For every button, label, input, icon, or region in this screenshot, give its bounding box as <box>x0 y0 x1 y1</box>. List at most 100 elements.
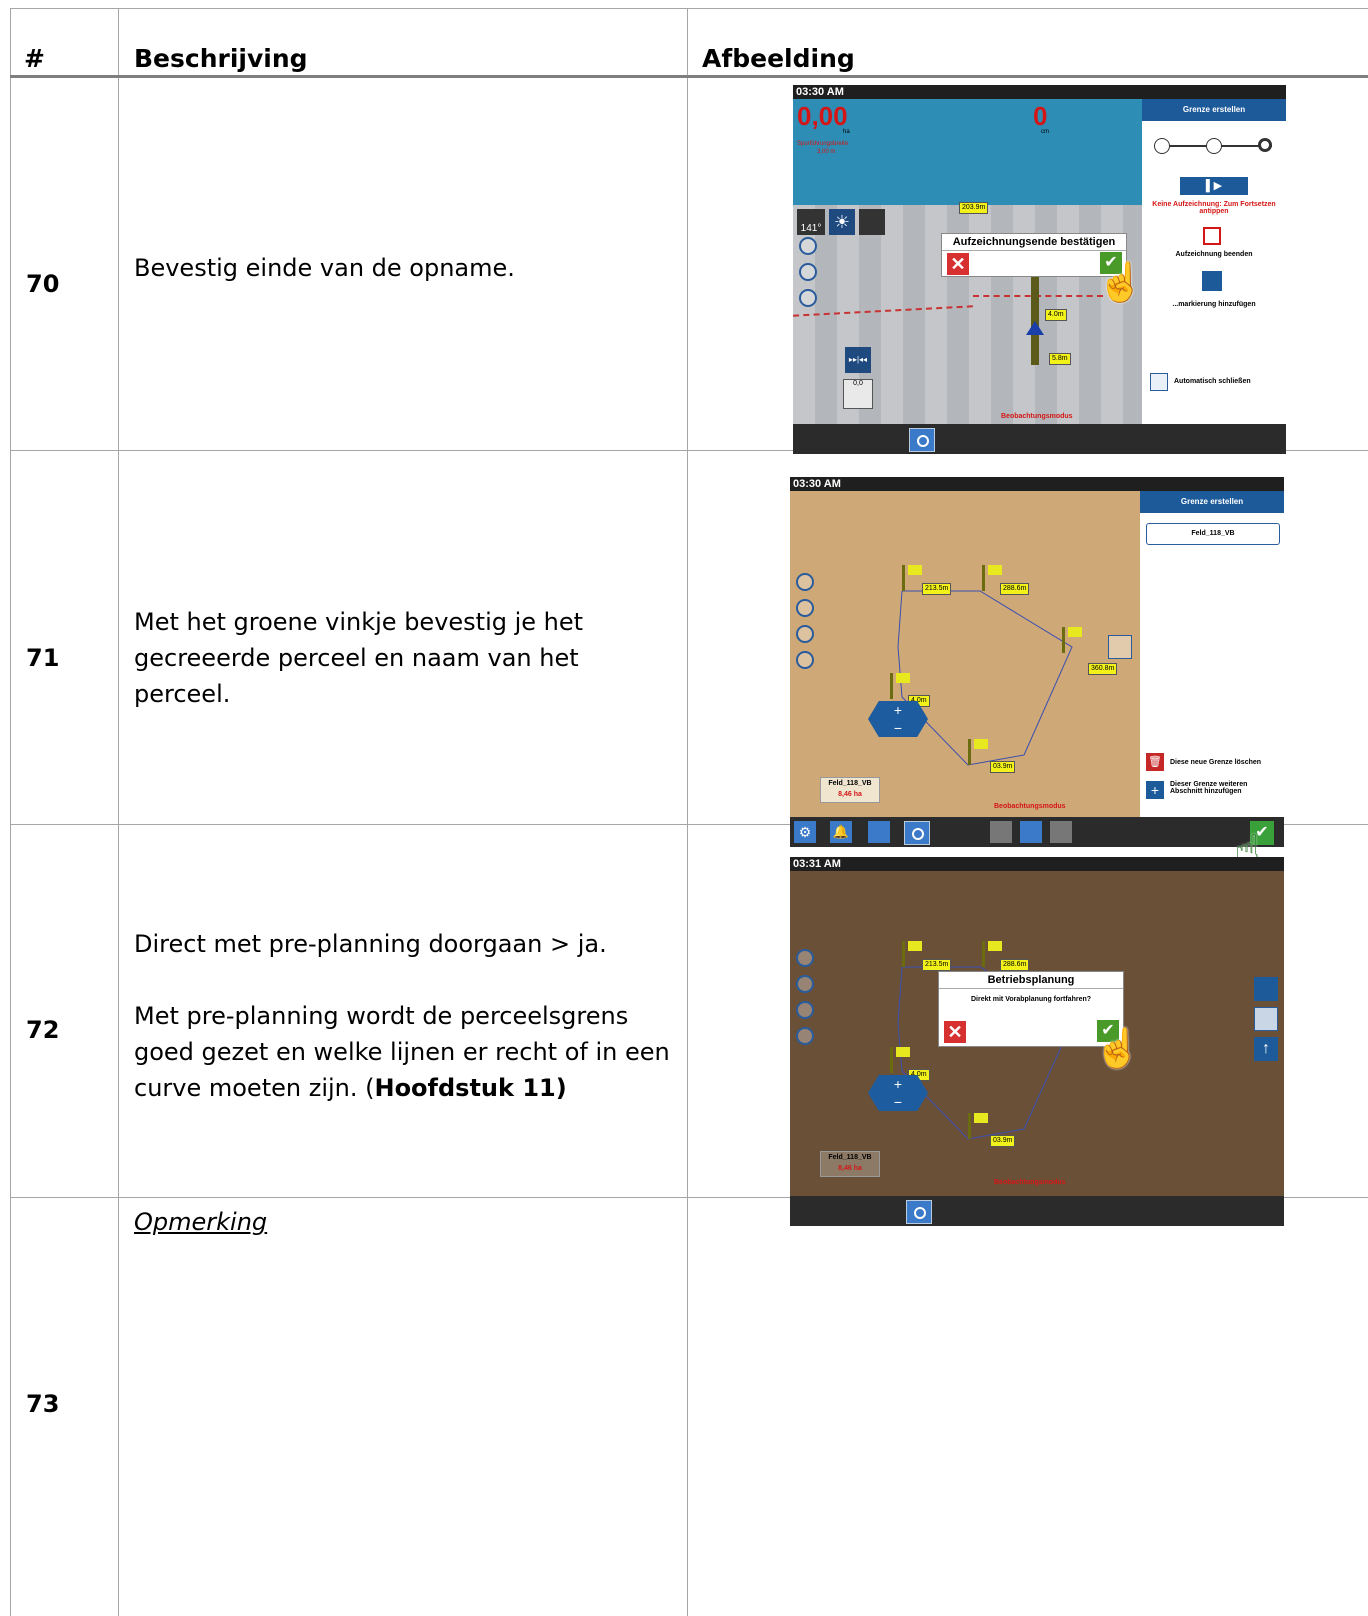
width-label: Spurführungsbreite <box>797 141 849 147</box>
screenshot-71: 03:30 AM 213.5m 288.6m 360.8m 4.0m 03.9m… <box>790 477 1284 847</box>
note-heading: Opmerking <box>134 1208 268 1236</box>
row-description-line: Met pre-planning wordt de perceelsgrens … <box>134 998 682 1106</box>
flag-icon <box>1062 627 1085 653</box>
distance-tag: 03.9m <box>990 1135 1016 1147</box>
row-number: 72 <box>26 1016 60 1044</box>
row-number: 70 <box>26 270 60 298</box>
tools-icon[interactable] <box>868 821 890 843</box>
field-area: 8,46 ha <box>838 791 862 798</box>
boundary-path <box>1031 275 1039 365</box>
delete-boundary-label[interactable]: Diese neue Grenze löschen <box>1170 759 1261 766</box>
zoom-out-icon[interactable] <box>799 263 817 281</box>
zoom-in-icon[interactable] <box>799 237 817 255</box>
cancel-button[interactable]: ✕ <box>946 252 970 276</box>
hand-pointer-icon: ☝ <box>1097 262 1145 304</box>
distance-tag: 4.0m <box>1045 309 1067 321</box>
dialog-title: Betriebsplanung <box>939 972 1123 989</box>
camera-icon[interactable] <box>904 821 930 845</box>
dialog-title: Aufzeichnungsende bestätigen <box>942 234 1126 251</box>
zoom-in-icon[interactable] <box>796 625 814 643</box>
view-grid-icon[interactable] <box>1050 821 1072 843</box>
autoclose-checkbox[interactable] <box>1150 373 1168 391</box>
marker-label: ...markierung hinzufügen <box>1172 301 1256 308</box>
distance-tag: 5.8m <box>1049 353 1071 365</box>
slider-stop[interactable] <box>1206 138 1222 154</box>
stop-icon[interactable] <box>1203 227 1221 245</box>
hand-pointer-icon: ☝ <box>1094 1028 1142 1070</box>
row-number: 73 <box>26 1390 60 1418</box>
side-panel: Grenze erstellen Feld_118_VB 🗑 Diese neu… <box>1140 491 1284 817</box>
heading-indicator: 141° <box>797 209 825 235</box>
distance-tag: 03.9m <box>990 761 1016 773</box>
slider-stop[interactable] <box>1154 138 1170 154</box>
field-area: 8,46 ha <box>838 1165 862 1172</box>
view-2d-icon[interactable] <box>990 821 1012 843</box>
rate-display[interactable]: 0,0 <box>843 379 873 409</box>
bottom-bar: ⚙ 🔔 ✔ <box>790 817 1284 847</box>
view-3d-icon[interactable] <box>1020 821 1042 843</box>
speed-unit: cm <box>1041 129 1049 135</box>
boundary-edit-icon[interactable] <box>1254 1007 1278 1031</box>
header-description: Beschrijving <box>134 44 308 73</box>
extent-icon[interactable] <box>796 599 814 617</box>
boundary-map <box>897 590 1073 766</box>
distance-tag: 288.6m <box>1000 959 1030 971</box>
mode-label: Beobachtungsmodus <box>994 803 1066 810</box>
distance-tag: 203.9m <box>959 202 989 214</box>
north-icon[interactable] <box>799 289 817 307</box>
dialog-message: Direkt mit Vorabplanung fortfahren? <box>970 996 1092 1003</box>
gear-icon[interactable]: ⚙ <box>794 821 816 843</box>
field-name: Feld_118_VB <box>828 780 872 787</box>
layout-icon[interactable] <box>1254 977 1278 1001</box>
table-border-top <box>10 8 1368 9</box>
trash-icon[interactable]: 🗑 <box>1146 753 1164 771</box>
speed-value: 0 <box>1033 101 1048 131</box>
area-unit: ha <box>843 129 850 135</box>
row-description-line: Direct met pre-planning doorgaan > ja. <box>134 930 607 958</box>
panel-title: Grenze erstellen <box>1142 99 1286 121</box>
sun-icon[interactable]: ☀ <box>829 209 855 235</box>
side-panel: Grenze erstellen ▌▶ Keine Aufzeichnung: … <box>1142 99 1286 424</box>
distance-tag: 213.5m <box>922 583 952 595</box>
distance-tag: 360.8m <box>1088 663 1118 675</box>
extent-icon[interactable] <box>796 975 814 993</box>
bell-icon[interactable]: 🔔 <box>830 821 852 843</box>
marker-add-icon[interactable] <box>1202 271 1222 291</box>
bottom-bar <box>790 1196 1284 1226</box>
row-description: Direct met pre-planning doorgaan > ja. M… <box>134 926 682 1106</box>
center-icon[interactable] <box>796 949 814 967</box>
zoom-out-icon[interactable] <box>796 1027 814 1045</box>
bottom-bar <box>793 424 1286 454</box>
row-number: 71 <box>26 644 60 672</box>
zoom-pad[interactable]: + − <box>868 701 928 737</box>
panel-title: Grenze erstellen <box>1140 491 1284 513</box>
zoom-in-icon[interactable] <box>796 1001 814 1019</box>
camera-icon[interactable] <box>909 428 935 452</box>
stop-recording-label: Aufzeichnung beenden <box>1175 251 1253 258</box>
status-bar: 03:30 AM <box>793 85 1286 99</box>
boundary-edit-icon[interactable] <box>1108 635 1132 659</box>
cancel-button[interactable]: ✕ <box>943 1020 967 1044</box>
screenshot-70: 03:30 AM 0,00 ha Spurführungsbreite 3,00… <box>793 85 1286 454</box>
slider-stop-active[interactable] <box>1258 138 1272 152</box>
add-segment-label[interactable]: Dieser Grenze weiteren Abschnitt hinzufü… <box>1170 781 1278 795</box>
zoom-pad[interactable]: + − <box>868 1075 928 1111</box>
flag-icon <box>968 739 991 765</box>
header-num: # <box>24 44 45 73</box>
swath-button[interactable]: ▸▸|◂◂ <box>845 347 871 373</box>
zoom-out-icon[interactable] <box>796 651 814 669</box>
field-label: Feld_118_VB 8,46 ha <box>820 777 880 803</box>
table-border-left <box>10 8 11 1616</box>
play-icon[interactable]: ▌▶ <box>1180 177 1248 195</box>
center-icon[interactable] <box>796 573 814 591</box>
camera-icon[interactable] <box>906 1200 932 1224</box>
field-name-input[interactable]: Feld_118_VB <box>1146 523 1280 545</box>
flag-icon <box>968 1113 991 1139</box>
plus-icon[interactable]: + <box>1146 781 1164 799</box>
header-divider <box>10 75 1368 78</box>
table-border-col1 <box>118 8 119 1616</box>
section-icon[interactable] <box>859 209 885 235</box>
mode-label: Beobachtungsmodus <box>1001 413 1073 420</box>
arrow-up-icon[interactable]: ↑ <box>1254 1037 1278 1061</box>
distance-tag: 288.6m <box>1000 583 1030 595</box>
